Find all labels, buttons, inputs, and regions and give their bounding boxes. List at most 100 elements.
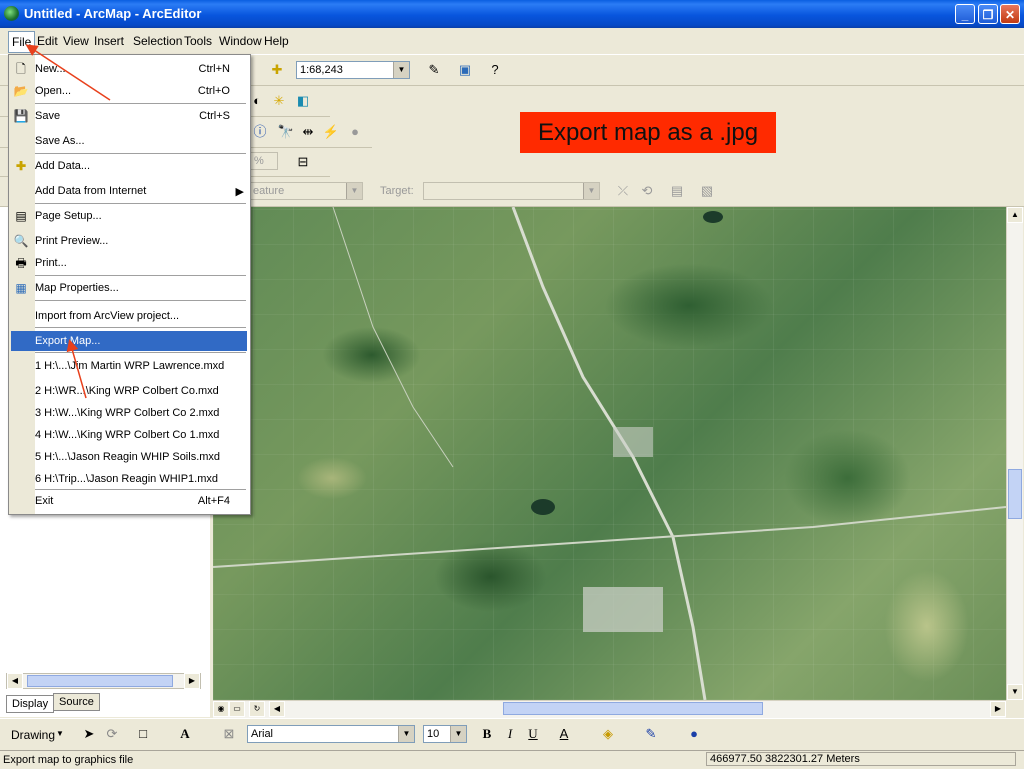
menu-item-add-data[interactable]: ✚ Add Data... <box>9 156 248 176</box>
scroll-right-icon[interactable]: ▶ <box>990 701 1006 717</box>
marker-color-icon[interactable]: ● <box>683 723 705 745</box>
menu-help[interactable]: Help <box>264 34 289 48</box>
arctoolbox-icon[interactable]: ▣ <box>454 59 476 81</box>
menu-item-page-setup[interactable]: ▤ Page Setup... <box>9 206 248 226</box>
close-button[interactable]: ✕ <box>1000 4 1020 24</box>
chevron-down-icon: ▼ <box>393 62 409 78</box>
menu-item-recent-1[interactable]: 1 H:\...\Jim Martin WRP Lawrence.mxd <box>9 356 248 376</box>
minimize-button[interactable]: _ <box>955 4 975 24</box>
focus-data-frame-icon[interactable]: ⊟ <box>292 151 314 173</box>
menu-item-label: 4 H:\W...\King WRP Colbert Co 1.mxd <box>35 429 220 441</box>
menu-bar: File Edit View Insert Selection Tools Wi… <box>0 28 1024 55</box>
menu-item-print[interactable]: 🖶 Print... <box>9 253 248 273</box>
scroll-thumb[interactable] <box>1008 469 1022 519</box>
scale-combo[interactable]: 1:68,243 ▼ <box>296 61 410 79</box>
menu-item-import-arcview[interactable]: Import from ArcView project... <box>9 306 248 326</box>
font-size-value: 10 <box>427 728 440 740</box>
menu-item-label: New... <box>35 63 66 75</box>
menu-insert[interactable]: Insert <box>94 34 124 48</box>
menu-item-recent-6[interactable]: 6 H:\Trip...\Jason Reagin WHIP1.mxd <box>9 469 248 489</box>
menu-tools[interactable]: Tools <box>184 34 212 48</box>
rotate-icon[interactable]: ⟳ <box>101 723 123 745</box>
select-elements-icon[interactable]: ➤ <box>78 723 100 745</box>
menu-item-save-as[interactable]: Save As... <box>9 131 248 151</box>
scroll-right-icon[interactable]: ▶ <box>184 673 200 689</box>
edit-vertices-icon[interactable]: ⊠ <box>218 723 240 745</box>
italic-button[interactable]: I <box>499 723 521 745</box>
brightness-icon[interactable]: ✳ <box>268 90 290 112</box>
attributes-icon[interactable]: ▤ <box>666 180 688 202</box>
menu-item-recent-5[interactable]: 5 H:\...\Jason Reagin WHIP Soils.mxd <box>9 447 248 467</box>
whats-this-help-icon[interactable]: ? <box>484 59 506 81</box>
menu-view[interactable]: View <box>63 34 89 48</box>
scroll-up-icon[interactable]: ▲ <box>1007 207 1023 223</box>
pond <box>703 211 723 223</box>
map-vscroll[interactable]: ▲ ▼ <box>1006 207 1023 700</box>
scroll-left-icon[interactable]: ◀ <box>7 673 23 689</box>
restore-button[interactable]: ❐ <box>978 4 998 24</box>
menu-separator <box>35 489 246 490</box>
menu-item-new[interactable]: 🗋 New... Ctrl+N <box>9 59 248 79</box>
editor-toolbar-icon[interactable]: ✎ <box>423 59 445 81</box>
fill-color-icon[interactable]: ◈ <box>597 723 619 745</box>
menu-item-print-preview[interactable]: 🔍 Print Preview... <box>9 231 248 251</box>
task-combo[interactable]: eature ▼ <box>249 182 363 200</box>
menu-file[interactable]: File <box>8 31 36 53</box>
identify-icon[interactable]: ⓘ <box>249 121 271 143</box>
font-size-combo[interactable]: 10 ▼ <box>423 725 467 743</box>
east-west-road <box>213 506 1006 568</box>
arcmap-globe-icon <box>4 6 19 21</box>
menu-item-exit[interactable]: Exit Alt+F4 <box>9 491 248 511</box>
target-label: Target: <box>380 185 414 197</box>
toc-hscroll[interactable]: ◀ ▶ <box>6 673 201 689</box>
zoom-value: % <box>254 155 264 167</box>
data-view-icon[interactable]: ◉ <box>213 701 229 717</box>
font-color-icon[interactable]: A <box>553 723 575 745</box>
rectangle-icon[interactable]: □ <box>132 723 154 745</box>
menu-item-recent-4[interactable]: 4 H:\W...\King WRP Colbert Co 1.mxd <box>9 425 248 445</box>
drawing-menu[interactable]: Drawing <box>11 728 55 742</box>
map-display[interactable] <box>213 207 1006 700</box>
menu-item-open[interactable]: 📂 Open... Ctrl+O <box>9 81 248 101</box>
menu-separator <box>35 103 246 104</box>
map-properties-icon: ▦ <box>15 281 27 295</box>
scroll-thumb[interactable] <box>503 702 763 715</box>
line-color-icon[interactable]: ✎ <box>640 723 662 745</box>
menu-window[interactable]: Window <box>219 34 262 48</box>
hyperlink-icon[interactable]: ⚡ <box>320 121 342 143</box>
refresh-icon[interactable]: ↻ <box>249 701 265 717</box>
target-combo[interactable]: ▼ <box>423 182 600 200</box>
split-tool-icon[interactable]: ⤫ <box>612 180 634 202</box>
zoom-combo[interactable]: % <box>250 152 278 170</box>
map-hscroll[interactable]: ◉ ▭ ↻ ◀ ▶ <box>213 700 1006 718</box>
scroll-left-icon[interactable]: ◀ <box>269 701 285 717</box>
new-text-icon[interactable]: A <box>174 723 196 745</box>
transparency-icon[interactable]: ◧ <box>292 90 314 112</box>
html-popup-icon[interactable]: ● <box>344 121 366 143</box>
menu-item-map-properties[interactable]: ▦ Map Properties... <box>9 278 248 298</box>
measure-icon[interactable]: ⇹ <box>297 121 319 143</box>
rotate-tool-icon[interactable]: ⟲ <box>636 180 658 202</box>
menu-item-recent-3[interactable]: 3 H:\W...\King WRP Colbert Co 2.mxd <box>9 403 248 423</box>
scroll-thumb[interactable] <box>27 675 173 687</box>
task-value: eature <box>253 185 285 197</box>
add-data-icon[interactable]: ✚ <box>266 59 288 81</box>
underline-button[interactable]: U <box>522 723 544 745</box>
chevron-down-icon[interactable]: ▼ <box>56 729 64 738</box>
tab-display[interactable]: Display <box>6 695 55 713</box>
sketch-properties-icon[interactable]: ▧ <box>696 180 718 202</box>
menu-item-export-map[interactable]: Export Map... <box>11 331 247 351</box>
menu-item-label: Import from ArcView project... <box>35 310 180 322</box>
menu-selection[interactable]: Selection <box>133 34 182 48</box>
tab-source[interactable]: Source <box>53 693 100 711</box>
menu-separator <box>35 153 246 154</box>
menu-edit[interactable]: Edit <box>37 34 58 48</box>
menu-item-save[interactable]: 💾 Save Ctrl+S <box>9 106 248 126</box>
menu-item-recent-2[interactable]: 2 H:\WR...\King WRP Colbert Co.mxd <box>9 381 248 401</box>
bold-button[interactable]: B <box>476 723 498 745</box>
menu-item-add-data-internet[interactable]: Add Data from Internet ▶ <box>9 181 248 201</box>
scroll-down-icon[interactable]: ▼ <box>1007 684 1023 700</box>
layout-view-icon[interactable]: ▭ <box>229 701 245 717</box>
find-icon[interactable]: 🔭 <box>275 121 297 143</box>
font-combo[interactable]: Arial ▼ <box>247 725 415 743</box>
